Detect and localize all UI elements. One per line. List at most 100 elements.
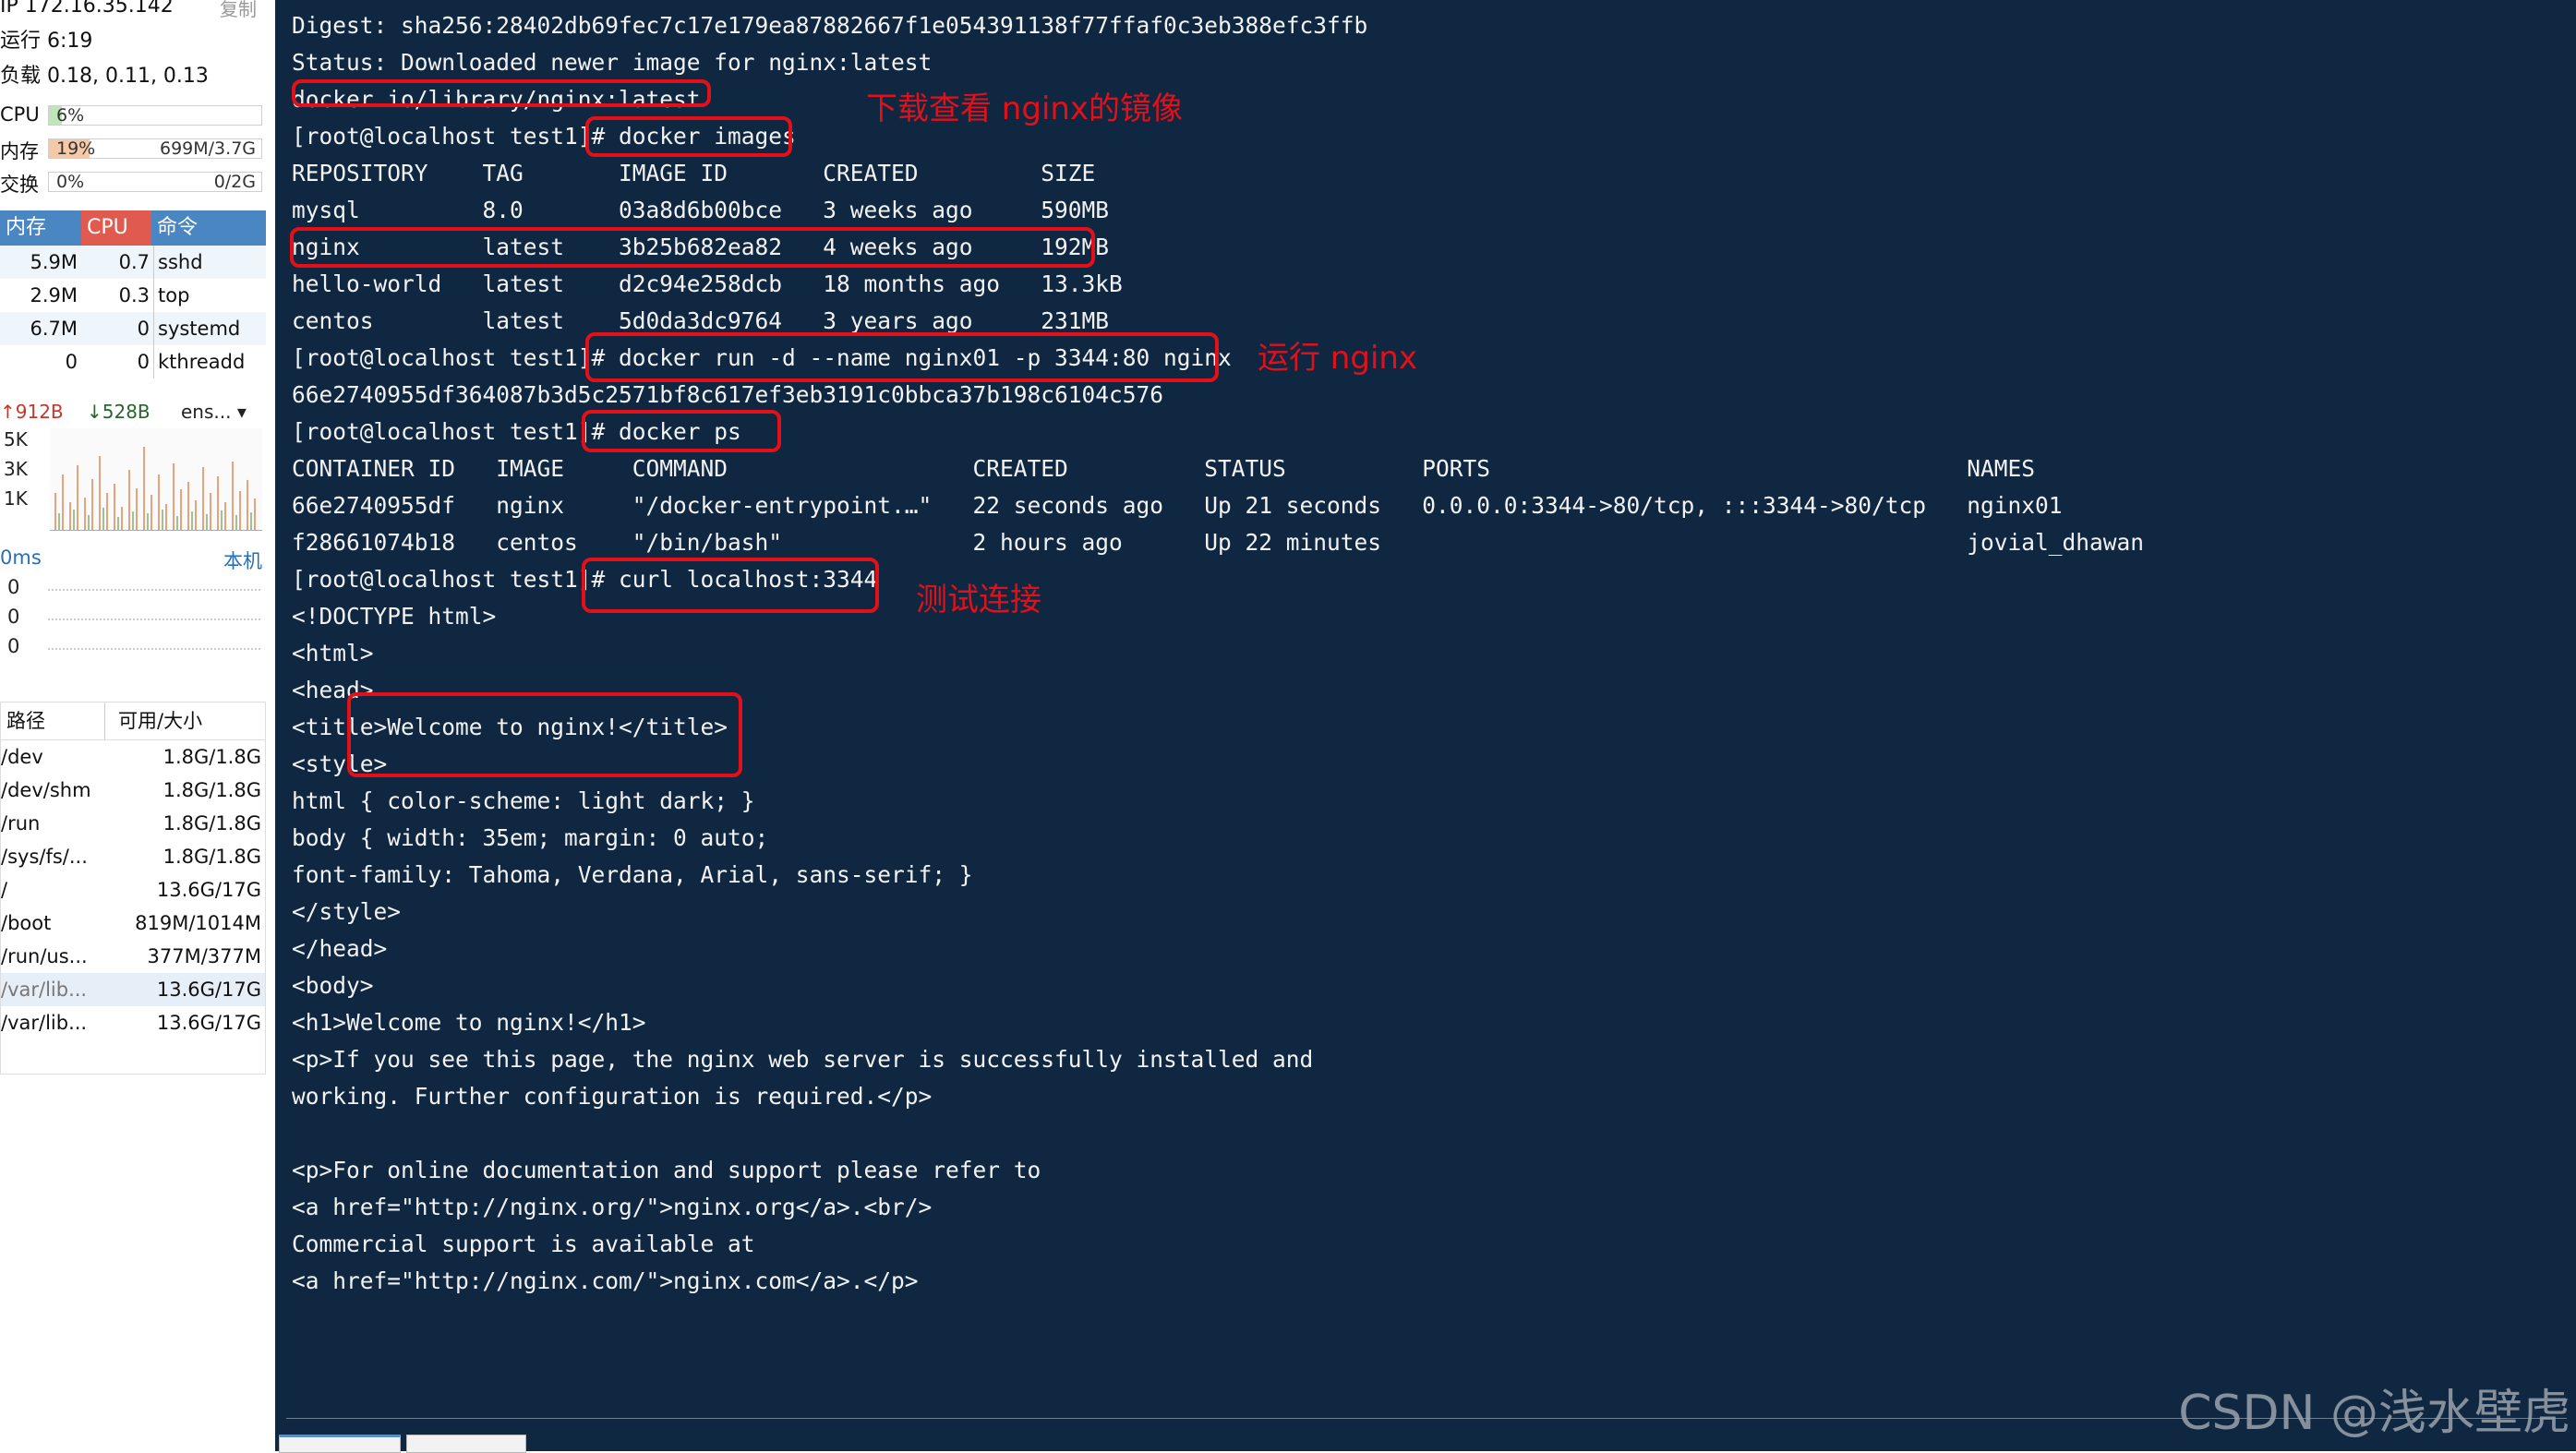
resource-percent: 6% [56,105,85,126]
terminal-line: font-family: Tahoma, Verdana, Arial, san… [292,861,973,888]
copy-ip-button[interactable]: 复制 [220,0,257,21]
process-mem: 6.7M [30,318,78,340]
process-row[interactable]: 0 0 kthreadd [0,345,266,378]
net-axis-label: 3K [4,458,28,480]
latency-gridline [48,589,260,591]
filesystem-row[interactable]: / 13.6G/17G [1,873,265,907]
process-mem: 5.9M [30,251,78,273]
filesystem-path: /run [1,812,41,835]
path-column-header[interactable]: 路径 [6,702,45,739]
resource-percent: 19% [56,138,96,159]
filesystem-row[interactable]: /dev/shm 1.8G/1.8G [1,774,265,807]
resource-percent: 0% [56,172,85,192]
process-cpu: 0 [137,351,150,373]
interface-select[interactable]: ens... ▾ [181,401,247,423]
filesystem-path: /var/lib... [1,979,88,1001]
filesystem-path: /run/us... [1,945,88,967]
process-table: 内存 CPU 命令 5.9M 0.7 sshd 2.9M 0.3 top 6.7M 0 syst… [0,210,266,378]
filesystem-size: 1.8G/1.8G [163,746,261,768]
load-text: 负载 0.18, 0.11, 0.13 [0,65,209,88]
process-table-header: 内存 CPU 命令 [0,210,266,246]
cpu-column-header[interactable]: CPU [81,210,151,246]
annotation-box-pulled-image [292,79,711,107]
download-speed: ↓528B [87,401,150,423]
terminal-line: body { width: 35em; margin: 0 auto; [292,824,769,851]
latency-value: 0 [7,635,20,657]
process-command: sshd [153,246,203,279]
terminal-line: <p>For online documentation and support … [292,1157,1041,1183]
terminal-line: hello-world latest d2c94e258dcb 18 month… [292,270,1123,297]
filesystem-path: /dev/shm [1,779,91,801]
filesystem-row[interactable]: /run 1.8G/1.8G [1,807,265,840]
latency-monitor: 0ms 本机 0 0 0 [0,543,266,681]
terminal-line: <a href="http://nginx.com/">nginx.com</a… [292,1267,919,1294]
latency-value: 0 [7,606,20,628]
filesystem-row[interactable]: /boot 819M/1014M [1,907,265,940]
net-axis-label: 1K [4,487,28,510]
process-mem: 2.9M [30,284,78,306]
annotation-note-test: 测试连接 [916,582,1041,618]
uptime-text: 运行 6:19 [0,30,93,53]
annotation-box-nginx-image-row [290,227,1095,268]
terminal-line: <!DOCTYPE html> [292,603,497,630]
terminal-line: REPOSITORY TAG IMAGE ID CREATED SIZE [292,160,1096,186]
mem-column-header[interactable]: 内存 [0,210,81,246]
filesystem-row[interactable]: /sys/fs/... 1.8G/1.8G [1,840,265,873]
resource-amount: 0/2G [213,172,256,192]
filesystem-table: 路径 可用/大小 /dev 1.8G/1.8G/dev/shm 1.8G/1.8G /… [0,702,266,1075]
resource-row: 交换 0% 0/2G [0,170,264,196]
filesystem-path: / [1,879,8,901]
filesystem-size: 819M/1014M [135,912,261,934]
filesystem-path: /dev [1,746,43,768]
filesystem-row[interactable]: /run/us... 377M/377M [1,940,265,973]
upload-speed: ↑912B [0,401,64,423]
filesystem-size: 13.6G/17G [156,979,261,1001]
terminal-line: </head> [292,935,388,962]
network-bars [54,447,256,530]
terminal-tab-active[interactable] [279,1435,401,1453]
terminal-window[interactable]: Digest: sha256:28402db69fec7c17e179ea878… [275,0,2576,1451]
process-cpu: 0.7 [118,251,150,273]
net-axis-label: 5K [4,428,28,450]
annotation-box-curl [582,558,879,613]
resource-bar: 19% 699M/3.7G [48,138,262,159]
filesystem-size: 1.8G/1.8G [163,812,261,835]
resource-row: 内存 19% 699M/3.7G [0,137,264,162]
process-cpu: 0 [137,318,150,340]
terminal-line: <h1>Welcome to nginx!</h1> [292,1009,646,1036]
cmd-column-header[interactable]: 命令 [151,210,266,246]
network-monitor: ↑912B ↓528B ens... ▾ 5K 3K 1K [0,397,266,535]
process-command: top [153,279,189,312]
resource-bar: 0% 0/2G [48,172,262,192]
terminal-line: Status: Downloaded newer image for nginx… [292,49,933,76]
filesystem-size: 1.8G/1.8G [163,779,261,801]
size-column-header[interactable]: 可用/大小 [104,702,202,739]
filesystem-path: /boot [1,912,52,934]
filesystem-row[interactable]: /dev 1.8G/1.8G [1,740,265,774]
resource-label: 交换 [0,174,39,196]
terminal-line: f28661074b18 centos "/bin/bash" 2 hours … [292,529,2145,556]
resource-row: CPU 6% [0,103,264,127]
latency-gridline [48,618,260,620]
annotation-box-docker-images [585,116,792,157]
annotation-note-pull: 下载查看 nginx的镜像 [866,90,1184,127]
network-graph [50,428,262,531]
filesystem-size: 377M/377M [147,945,261,967]
annotation-box-docker-ps [582,410,781,452]
filesystem-path: /sys/fs/... [1,846,88,868]
terminal-line: <p>If you see this page, the nginx web s… [292,1046,1314,1073]
latency-target[interactable]: 本机 [223,546,262,574]
annotation-box-docker-run [585,332,1219,382]
filesystem-row[interactable]: /var/lib... 13.6G/17G [1,973,265,1006]
process-mem: 0 [65,351,78,373]
server-monitor-sidebar: IP 172.16.35.142 复制 运行 6:19 负载 0.18, 0.1… [0,0,270,1451]
filesystem-row[interactable]: /var/lib... 13.6G/17G [1,1006,265,1039]
terminal-tab[interactable] [406,1435,526,1453]
process-row[interactable]: 2.9M 0.3 top [0,279,266,312]
process-row[interactable]: 5.9M 0.7 sshd [0,246,266,279]
terminal-line: <a href="http://nginx.org/">nginx.org</a… [292,1194,933,1220]
annotation-note-run: 运行 nginx [1258,340,1418,377]
process-row[interactable]: 6.7M 0 systemd [0,312,266,345]
filesystem-size: 1.8G/1.8G [163,846,261,868]
resource-label: CPU [0,103,40,126]
